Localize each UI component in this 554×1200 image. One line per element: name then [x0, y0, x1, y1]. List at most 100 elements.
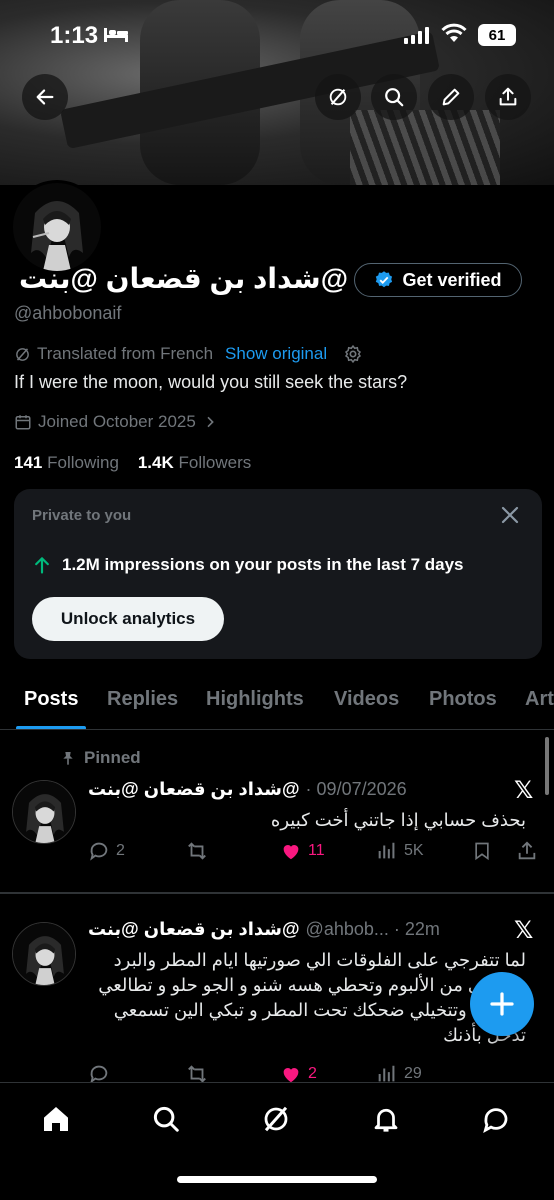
share-icon [518, 841, 536, 860]
heart-filled-icon [283, 845, 299, 860]
cellular-signal-icon [404, 26, 429, 44]
settings-icon[interactable] [343, 344, 363, 364]
grok-icon [264, 1106, 288, 1132]
battery-indicator: 61 [478, 24, 516, 46]
x-logo-icon[interactable]: 𝕏 [514, 916, 533, 945]
edit-profile-button[interactable] [428, 74, 474, 120]
post-author[interactable]: @شداد بن قضعان @بنت [88, 919, 300, 940]
profile-tabs: Posts Replies Highlights Videos Photos A… [0, 672, 554, 730]
back-arrow-icon [36, 89, 54, 105]
sleep-icon [104, 28, 128, 42]
post-text: لما تتفرجي على الفلوقات الي صورتيها ايام… [98, 950, 526, 1045]
tab-posts[interactable]: Posts [24, 688, 78, 711]
post-avatar[interactable] [12, 780, 76, 844]
home-indicator [177, 1176, 377, 1183]
followers-link[interactable]: 1.4K Followers [138, 453, 251, 472]
back-button[interactable] [22, 74, 68, 120]
like-button[interactable]: 11 [280, 840, 325, 862]
get-verified-label: Get verified [402, 269, 502, 290]
edit-icon [442, 88, 460, 106]
joined-label: Joined October 2025 [38, 412, 196, 431]
followers-label: Followers [178, 453, 252, 472]
post-avatar[interactable] [12, 922, 76, 986]
search-icon [153, 1106, 179, 1132]
following-link[interactable]: 141 Following [14, 453, 119, 472]
reply-button[interactable]: 2 [88, 840, 125, 862]
view-count: 5K [404, 842, 424, 859]
share-button[interactable] [485, 74, 531, 120]
like-count: 11 [308, 842, 325, 859]
nav-home[interactable] [38, 1101, 74, 1137]
following-count: 141 [14, 453, 43, 472]
profile-bio: If I were the moon, would you still seek… [14, 372, 408, 392]
grok-button[interactable] [315, 74, 361, 120]
views-icon [378, 842, 395, 859]
translation-notice: Translated from French Show original [14, 344, 363, 364]
status-bar: 1:13 61 [0, 0, 554, 70]
x-logo-icon[interactable]: 𝕏 [514, 776, 533, 805]
share-post-button[interactable] [516, 840, 538, 862]
grok-icon [16, 347, 29, 361]
chevron-right-icon [207, 416, 214, 428]
impressions-row: 1.2M impressions on your posts in the la… [32, 555, 464, 575]
bookmark-button[interactable] [472, 840, 492, 862]
unlock-analytics-button[interactable]: Unlock analytics [32, 597, 224, 641]
joined-date[interactable]: Joined October 2025 [14, 412, 218, 432]
avatar-image [13, 183, 101, 271]
search-icon [385, 88, 404, 107]
following-label: Following [47, 453, 119, 472]
follow-stats: 141 Following 1.4K Followers [14, 453, 251, 473]
impressions-text: 1.2M impressions on your posts in the la… [62, 555, 464, 574]
show-original-link[interactable]: Show original [225, 344, 327, 364]
post-header: @شداد بن قضعان @بنت @ahbob... · 22m [88, 919, 440, 940]
calendar-icon [15, 415, 31, 430]
nav-notifications[interactable] [368, 1101, 404, 1137]
pinned-indicator: Pinned [60, 748, 141, 768]
post-date: @ahbob... · 22m [305, 919, 440, 939]
nav-messages[interactable] [478, 1101, 514, 1137]
tab-highlights[interactable]: Highlights [206, 688, 304, 711]
nav-grok[interactable] [258, 1101, 294, 1137]
pinned-label: Pinned [84, 748, 141, 767]
status-time: 1:13 [50, 22, 99, 49]
arrow-up-icon [35, 557, 49, 574]
tab-photos[interactable]: Photos [429, 688, 497, 711]
view-count: 29 [404, 1065, 422, 1082]
nav-search[interactable] [148, 1101, 184, 1137]
compose-button[interactable] [470, 972, 534, 1036]
close-icon[interactable] [498, 503, 522, 527]
tab-replies[interactable]: Replies [107, 688, 178, 711]
profile-display-name: @شداد بن قضعان @بنت [18, 263, 348, 294]
reply-icon [90, 842, 108, 861]
messages-icon [483, 1108, 508, 1134]
grok-icon [329, 88, 347, 106]
followers-count: 1.4K [137, 453, 174, 472]
bell-icon [374, 1108, 398, 1132]
pin-icon [63, 752, 73, 765]
home-icon [44, 1107, 68, 1131]
repost-button[interactable] [186, 840, 208, 862]
private-label: Private to you [32, 507, 132, 524]
translated-label: Translated from French [37, 344, 214, 363]
analytics-card: Private to you 1.2M impressions on your … [14, 489, 542, 659]
reply-count: 2 [116, 842, 125, 859]
post-date: · 09/07/2026 [305, 779, 407, 799]
tab-articles[interactable]: Art [525, 688, 554, 711]
share-icon [499, 87, 517, 106]
post-header: @شداد بن قضعان @بنت · 09/07/2026 [88, 779, 407, 800]
bookmark-icon [475, 842, 489, 861]
repost-icon [188, 842, 206, 860]
profile-handle: @ahbobonaif [14, 303, 122, 323]
tab-videos[interactable]: Videos [334, 688, 399, 711]
like-count: 2 [308, 1065, 317, 1082]
views-button[interactable]: 5K [376, 840, 424, 862]
post-text: بحذف حسابي إذا جاتني أخت كبيره [270, 810, 526, 830]
verified-badge-icon [376, 271, 393, 288]
post-actions: 2 11 5K [88, 840, 538, 870]
post-divider [0, 893, 554, 894]
search-button[interactable] [371, 74, 417, 120]
active-tab-indicator [16, 726, 86, 729]
get-verified-button[interactable]: Get verified [354, 263, 522, 297]
post-author[interactable]: @شداد بن قضعان @بنت [88, 779, 300, 800]
profile-avatar[interactable] [10, 180, 104, 274]
